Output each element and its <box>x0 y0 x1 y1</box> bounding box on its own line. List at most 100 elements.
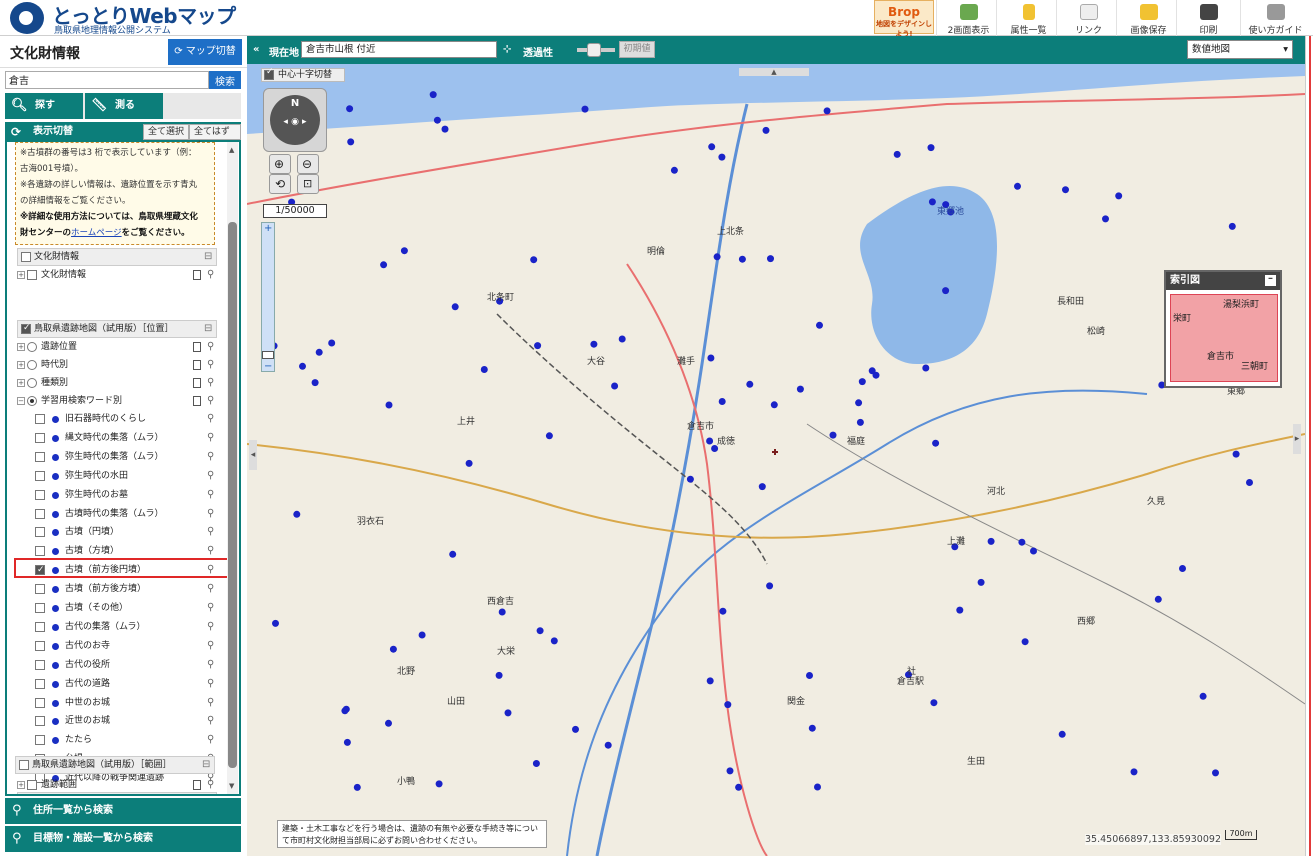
zoom-slider-minus[interactable]: − <box>264 361 272 372</box>
sublayer-checkbox[interactable] <box>35 584 45 595</box>
zoom-in-button[interactable]: ⊕ <box>269 154 291 174</box>
sublayer-checkbox[interactable] <box>35 470 45 481</box>
tab-measure[interactable]: 📏︎ 測る <box>85 93 163 119</box>
search-input[interactable]: 倉吉 <box>5 71 209 89</box>
sublayer-checkbox[interactable] <box>35 527 45 538</box>
sublayer-checkbox[interactable] <box>35 621 45 632</box>
zoom-icon[interactable]: ⚲ <box>207 356 214 374</box>
sublayer-checkbox[interactable] <box>35 508 45 519</box>
rotate-button[interactable]: ⟲ <box>269 174 291 194</box>
expand-icon[interactable]: + <box>17 781 25 789</box>
app-logo[interactable]: とっとりWebマップ 鳥取県地理情報公開システム <box>6 0 306 36</box>
pan-left-arrow-icon[interactable]: ◂ <box>249 440 257 470</box>
scroll-down-icon[interactable]: ▼ <box>229 782 234 790</box>
layer-item[interactable]: + 文化財情報 ⚲ <box>7 266 221 284</box>
scroll-thumb[interactable] <box>228 222 237 768</box>
sublayer-item[interactable]: 古代の役所 ⚲ <box>7 656 221 674</box>
zoom-out-button[interactable]: ⊖ <box>297 154 319 174</box>
layer-radio[interactable] <box>27 360 37 370</box>
sublayer-checkbox[interactable] <box>35 546 45 557</box>
collapse-icon[interactable]: ⊟ <box>202 757 210 773</box>
reset-button[interactable]: 初期値 <box>619 41 655 58</box>
collapse-panel-icon[interactable]: « <box>253 44 259 55</box>
zoom-icon[interactable]: ⚲ <box>207 392 214 410</box>
expand-icon[interactable]: + <box>17 361 25 369</box>
transparency-slider[interactable] <box>577 43 615 57</box>
document-icon[interactable] <box>193 780 201 790</box>
sublayer-checkbox[interactable] <box>35 697 45 708</box>
zoom-icon[interactable]: ⚲ <box>207 505 214 523</box>
layer-item[interactable]: + 種類別 ⚲ <box>7 374 221 392</box>
address-search-link[interactable]: ⚲ 住所一覧から検索 <box>5 798 241 824</box>
sublayer-item[interactable]: 弥生時代のお墓 ⚲ <box>7 486 221 504</box>
document-icon[interactable] <box>193 342 201 352</box>
zoom-icon[interactable]: ⚲ <box>207 675 214 693</box>
sublayer-checkbox[interactable] <box>35 659 45 670</box>
sublayer-checkbox[interactable] <box>35 735 45 746</box>
sublayer-item[interactable]: 古墳（前方後方墳） ⚲ <box>7 580 221 598</box>
minimize-icon[interactable]: – <box>1265 274 1276 286</box>
sublayer-checkbox[interactable] <box>35 603 45 613</box>
sublayer-item[interactable]: 弥生時代の水田 ⚲ <box>7 467 221 485</box>
zoom-icon[interactable]: ⚲ <box>207 618 214 636</box>
sublayer-checkbox[interactable] <box>35 678 45 689</box>
layer-checkbox[interactable] <box>27 780 37 790</box>
layer-item[interactable]: + 遺跡位置 ⚲ <box>7 338 221 356</box>
crosshair-checkbox[interactable] <box>264 66 274 80</box>
sublayer-checkbox[interactable] <box>35 716 45 727</box>
split-screen-button[interactable]: 2画面表示 <box>936 0 1000 36</box>
select-all-button[interactable]: 全て選択 <box>143 124 190 140</box>
sublayer-checkbox[interactable] <box>35 640 45 651</box>
sublayer-item[interactable]: 古代の道路 ⚲ <box>7 675 221 693</box>
sublayer-checkbox[interactable] <box>35 451 45 462</box>
sublayer-item[interactable]: 古墳（円墳） ⚲ <box>7 523 221 541</box>
zoom-icon[interactable]: ⚲ <box>207 599 214 617</box>
zoom-slider-knob[interactable] <box>262 351 274 359</box>
homepage-link[interactable]: ホームページ <box>71 228 122 238</box>
index-map-view[interactable]: 湯梨浜町 栄町 倉吉市 三朝町 <box>1170 294 1278 382</box>
document-icon[interactable] <box>193 270 201 280</box>
guide-button[interactable]: 使い方ガイド <box>1240 0 1310 36</box>
zoom-icon[interactable]: ⚲ <box>207 448 214 466</box>
group-site-map-position[interactable]: 鳥取県遺跡地図（試用版）［位置］ ⊟ <box>17 320 217 338</box>
zoom-slider[interactable]: + − <box>261 222 275 372</box>
pan-control[interactable]: N ◂ ◉ ▸ <box>263 88 327 152</box>
basemap-select[interactable]: 数値地図 ▾ <box>1187 40 1293 59</box>
zoom-icon[interactable]: ⚲ <box>207 266 214 284</box>
zoom-icon[interactable]: ⚲ <box>207 694 214 712</box>
deselect-all-button[interactable]: 全てはずす <box>189 124 241 151</box>
ad-banner[interactable]: Brop 地図をデザインしよう! <box>874 0 934 38</box>
collapse-icon[interactable]: ⊟ <box>204 321 212 337</box>
layer-radio[interactable] <box>27 378 37 388</box>
crosshair-target-icon[interactable]: ⊹ <box>503 44 511 55</box>
group-checkbox[interactable] <box>21 320 31 336</box>
group-checkbox[interactable] <box>19 760 29 770</box>
zoom-icon[interactable]: ⚲ <box>207 731 214 749</box>
scale-input[interactable]: 1/50000 <box>263 204 327 218</box>
sublayer-item[interactable]: 古墳（その他） ⚲ <box>7 599 221 617</box>
layer-radio[interactable] <box>27 342 37 352</box>
layer-item[interactable]: + 時代別 ⚲ <box>7 356 221 374</box>
sublayer-checkbox[interactable] <box>35 432 45 443</box>
sublayer-item[interactable]: 古代のお寺 ⚲ <box>7 637 221 655</box>
tab-search[interactable]: 🔍︎ 探す <box>5 93 83 119</box>
collapse-icon[interactable]: − <box>17 397 25 405</box>
sublayer-item[interactable]: 古代の集落（ムラ） ⚲ <box>7 618 221 636</box>
landmark-search-link[interactable]: ⚲ 目標物・施設一覧から検索 <box>5 826 241 852</box>
sublayer-item[interactable]: 近世のお城 ⚲ <box>7 712 221 730</box>
zoom-icon[interactable]: ⚲ <box>207 523 214 541</box>
layer-checkbox[interactable] <box>27 270 37 280</box>
compass-icon[interactable]: N ◂ ◉ ▸ <box>270 95 320 145</box>
pan-up-arrow-icon[interactable]: ▲ <box>739 68 809 76</box>
map-view[interactable]: 倉吉市 北条町 上井 上北条 西倉吉 小鴨 明倫 河北 東郷 長和田 松崎 久見 羽衣石 関金 西郷 灘手社上… <box>247 64 1305 856</box>
expand-icon[interactable]: + <box>17 271 25 279</box>
collapse-icon[interactable]: ⊟ <box>204 249 212 265</box>
document-icon[interactable] <box>193 378 201 388</box>
zoom-icon[interactable]: ⚲ <box>207 637 214 655</box>
zoom-icon[interactable]: ⚲ <box>207 467 214 485</box>
pan-right-arrow-icon[interactable]: ▸ <box>1293 424 1301 454</box>
zoom-icon[interactable]: ⚲ <box>207 776 214 794</box>
layer-radio[interactable] <box>27 396 37 406</box>
slider-knob[interactable] <box>587 43 601 57</box>
expand-icon[interactable]: + <box>17 379 25 387</box>
